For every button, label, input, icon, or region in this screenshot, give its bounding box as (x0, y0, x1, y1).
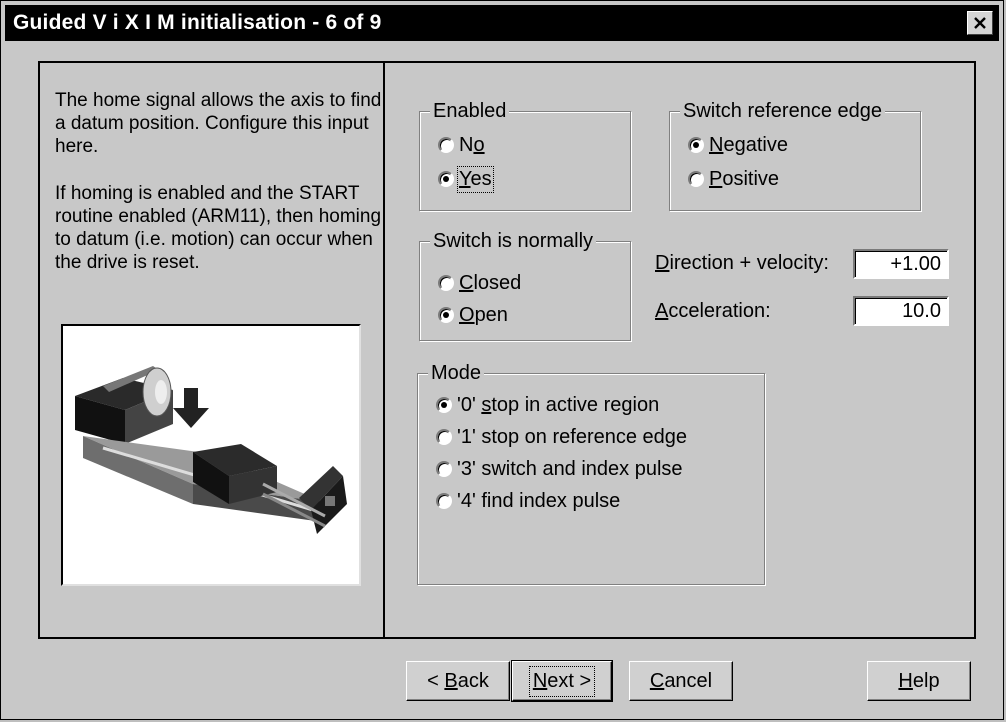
radio-label-closed: Closed (459, 271, 522, 294)
radio-label-open: Open (459, 303, 508, 326)
radio-mode-1[interactable]: '1' stop on reference edge (436, 424, 687, 450)
switch-normally-legend: Switch is normally (430, 229, 597, 253)
back-button[interactable]: < Back (406, 661, 510, 701)
radio-button-mode-3[interactable] (436, 461, 452, 477)
radio-label-negative: Negative (709, 133, 788, 156)
help-button[interactable]: Help (867, 661, 971, 701)
radio-button-positive[interactable] (688, 171, 704, 187)
direction-velocity-input[interactable]: +1.00 (853, 249, 949, 279)
radio-edge-positive[interactable]: Positive (688, 166, 779, 192)
help-button-label: Help (898, 669, 940, 692)
radio-label-mode-3: '3' switch and index pulse (457, 457, 683, 480)
help-description: The home signal allows the axis to find … (55, 89, 385, 298)
direction-velocity-label: Direction + velocity: (655, 252, 829, 274)
description-paragraph-1: The home signal allows the axis to find … (55, 90, 382, 157)
mode-legend: Mode (428, 361, 485, 385)
switch-normally-group: Switch is normally Closed Open (419, 229, 631, 341)
radio-mode-0[interactable]: '0' stop in active region (436, 392, 659, 418)
cancel-button[interactable]: Cancel (629, 661, 733, 701)
radio-label-yes: Yes (457, 165, 494, 193)
radio-mode-4[interactable]: '4' find index pulse (436, 488, 620, 514)
title-bar[interactable]: Guided V i X I M initialisation - 6 of 9 (5, 5, 999, 41)
radio-button-yes[interactable] (438, 171, 454, 187)
switch-reference-edge-group: Switch reference edge Negative Positive (669, 99, 921, 211)
radio-button-negative[interactable] (688, 137, 704, 153)
acceleration-input[interactable]: 10.0 (853, 296, 949, 326)
next-button[interactable]: Next > (511, 660, 613, 702)
close-button[interactable] (967, 11, 993, 35)
actuator-picture (61, 324, 361, 586)
description-paragraph-2: If homing is enabled and the START routi… (55, 183, 382, 273)
radio-edge-negative[interactable]: Negative (688, 132, 788, 158)
radio-button-no[interactable] (438, 137, 454, 153)
next-button-label: Next > (528, 665, 596, 697)
radio-enabled-yes[interactable]: Yes (438, 165, 494, 193)
radio-label-mode-0: '0' stop in active region (457, 393, 660, 416)
window-title: Guided V i X I M initialisation - 6 of 9 (13, 11, 382, 34)
linear-actuator-illustration-icon (75, 366, 347, 534)
mode-group: Mode '0' stop in active region '1' stop … (417, 361, 765, 585)
radio-normally-open[interactable]: Open (438, 302, 508, 328)
enabled-group: Enabled No Yes (419, 99, 631, 211)
radio-button-mode-0[interactable] (436, 397, 452, 413)
back-button-label: < Back (427, 669, 489, 692)
radio-button-mode-4[interactable] (436, 493, 452, 509)
radio-mode-3[interactable]: '3' switch and index pulse (436, 456, 683, 482)
radio-label-mode-1: '1' stop on reference edge (457, 425, 688, 448)
radio-normally-closed[interactable]: Closed (438, 270, 521, 296)
wizard-window: Guided V i X I M initialisation - 6 of 9… (0, 0, 1004, 720)
switch-reference-edge-legend: Switch reference edge (680, 99, 886, 123)
radio-label-positive: Positive (709, 167, 780, 190)
enabled-legend: Enabled (430, 99, 510, 123)
cancel-button-label: Cancel (649, 669, 713, 692)
radio-enabled-no[interactable]: No (438, 132, 485, 158)
radio-button-open[interactable] (438, 307, 454, 323)
radio-button-mode-1[interactable] (436, 429, 452, 445)
radio-button-closed[interactable] (438, 275, 454, 291)
radio-label-mode-4: '4' find index pulse (457, 489, 621, 512)
close-icon (974, 17, 986, 29)
acceleration-label: Acceleration: (655, 300, 771, 322)
radio-label-no: No (459, 133, 485, 156)
